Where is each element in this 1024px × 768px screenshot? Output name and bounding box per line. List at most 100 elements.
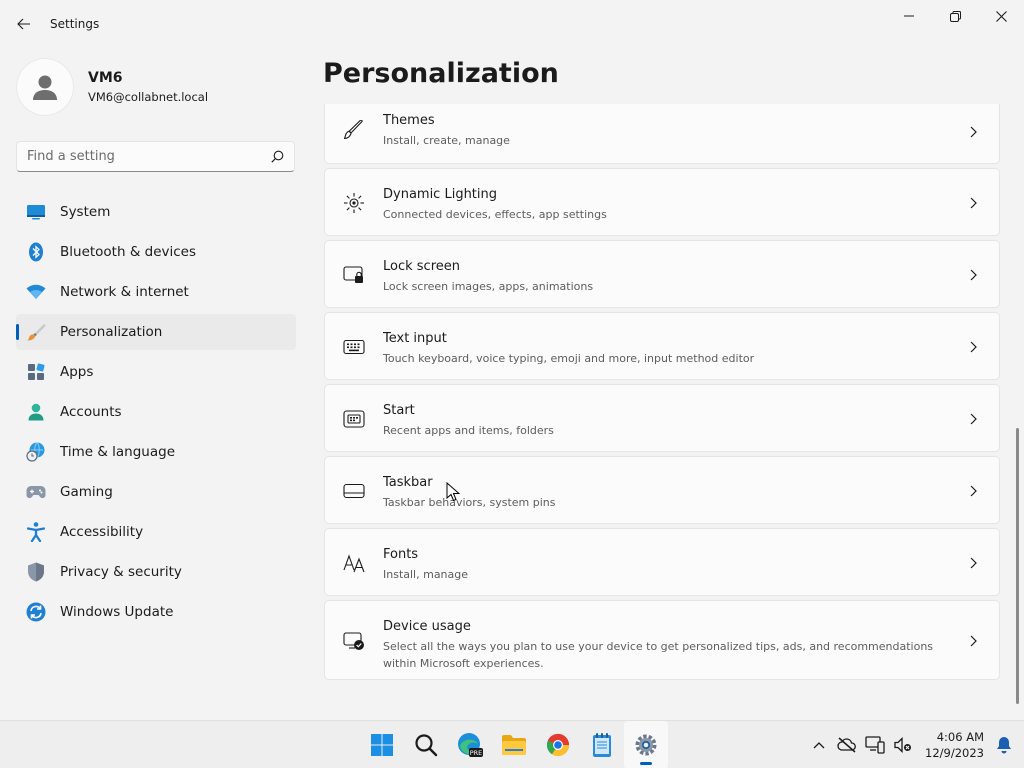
sidebar-item-label: Privacy & security — [60, 564, 182, 580]
sidebar-nav: System Bluetooth & devices Network & int… — [16, 194, 296, 634]
card-text-input[interactable]: Text input Touch keyboard, voice typing,… — [324, 312, 1000, 380]
vertical-scrollbar[interactable] — [1016, 428, 1019, 704]
notepad-icon — [593, 733, 611, 757]
sidebar-item-label: Network & internet — [60, 284, 189, 300]
taskbar-edge-button[interactable]: PRE — [448, 721, 492, 768]
accounts-icon — [26, 402, 46, 422]
volume-muted-icon — [894, 737, 912, 753]
sidebar-item-gaming[interactable]: Gaming — [16, 474, 296, 510]
lock-screen-icon — [343, 264, 365, 286]
sidebar-item-apps[interactable]: Apps — [16, 354, 296, 390]
taskbar-apps: PRE — [360, 721, 668, 768]
window-controls — [886, 0, 1024, 32]
mouse-cursor-icon — [446, 482, 460, 502]
taskbar-search-button[interactable] — [404, 721, 448, 768]
sidebar-item-accounts[interactable]: Accounts — [16, 394, 296, 430]
minimize-icon — [904, 15, 914, 17]
sidebar-item-windows-update[interactable]: Windows Update — [16, 594, 296, 630]
card-start[interactable]: Start Recent apps and items, folders — [324, 384, 1000, 452]
card-title: Lock screen — [383, 259, 460, 274]
sidebar-item-label: Time & language — [60, 444, 176, 460]
sidebar-item-label: Apps — [60, 364, 94, 380]
card-description: Recent apps and items, folders — [383, 424, 554, 437]
sidebar-item-label: Windows Update — [60, 604, 174, 620]
back-arrow-icon — [17, 18, 30, 30]
sidebar-item-label: Accessibility — [60, 524, 144, 540]
card-description: Connected devices, effects, app settings — [383, 208, 607, 221]
settings-icon — [635, 734, 657, 756]
sidebar-item-time-language[interactable]: Time & language — [16, 434, 296, 470]
sidebar-item-label: System — [60, 204, 111, 220]
system-icon — [26, 202, 46, 222]
card-lock-screen[interactable]: Lock screen Lock screen images, apps, an… — [324, 240, 1000, 308]
clock[interactable]: 4:06 AM 12/9/2023 — [925, 729, 984, 761]
search-input[interactable] — [17, 149, 257, 164]
sidebar-item-privacy[interactable]: Privacy & security — [16, 554, 296, 590]
sidebar-item-label: Bluetooth & devices — [60, 244, 197, 260]
onedrive-button[interactable] — [833, 721, 861, 768]
user-profile[interactable]: VM6 VM6@collabnet.local — [16, 58, 208, 116]
network-button[interactable] — [861, 721, 889, 768]
bluetooth-icon — [26, 242, 46, 262]
card-device-usage[interactable]: Device usage Select all the ways you pla… — [324, 600, 1000, 680]
close-icon — [995, 10, 1007, 22]
sidebar-item-label: Gaming — [60, 484, 113, 500]
keyboard-icon — [343, 336, 365, 358]
sidebar-item-label: Accounts — [60, 404, 122, 420]
restore-button[interactable] — [932, 0, 978, 32]
card-fonts[interactable]: Fonts Install, manage — [324, 528, 1000, 596]
system-tray: 4:06 AM 12/9/2023 — [805, 721, 1024, 768]
search-box — [16, 141, 295, 172]
card-title: Device usage — [383, 619, 471, 634]
chevron-right-icon — [967, 125, 979, 139]
taskbar-file-explorer-button[interactable] — [492, 721, 536, 768]
chevron-right-icon — [967, 412, 979, 426]
taskbar-chrome-button[interactable] — [536, 721, 580, 768]
update-icon — [26, 602, 46, 622]
card-themes[interactable]: Themes Install, create, manage — [324, 104, 1000, 164]
page-title: Personalization — [323, 58, 559, 89]
wifi-icon — [26, 282, 46, 302]
close-button[interactable] — [978, 0, 1024, 32]
clock-time: 4:06 AM — [936, 730, 984, 744]
edge-icon: PRE — [458, 733, 483, 757]
taskbar-icon — [343, 480, 365, 502]
avatar — [16, 58, 74, 116]
chevron-right-icon — [967, 340, 979, 354]
pre-badge: PRE — [470, 749, 483, 757]
card-description: Install, manage — [383, 568, 469, 581]
start-icon — [343, 408, 365, 430]
chevron-right-icon — [967, 196, 979, 210]
volume-button[interactable] — [889, 721, 917, 768]
card-description: Install, create, manage — [383, 134, 510, 147]
sidebar-item-bluetooth[interactable]: Bluetooth & devices — [16, 234, 296, 270]
accessibility-icon — [26, 522, 46, 542]
taskbar-settings-button[interactable] — [624, 721, 668, 768]
sidebar-item-accessibility[interactable]: Accessibility — [16, 514, 296, 550]
card-dynamic-lighting[interactable]: Dynamic Lighting Connected devices, effe… — [324, 168, 1000, 236]
sidebar-item-label: Personalization — [60, 324, 163, 340]
sidebar-item-network[interactable]: Network & internet — [16, 274, 296, 310]
search-icon[interactable] — [271, 150, 284, 163]
gamepad-icon — [26, 482, 46, 502]
file-explorer-icon — [502, 735, 526, 755]
notifications-button[interactable] — [990, 721, 1018, 768]
sidebar-item-personalization[interactable]: Personalization — [16, 314, 296, 350]
title-bar: Settings — [0, 0, 1024, 48]
sidebar-item-system[interactable]: System — [16, 194, 296, 230]
minimize-button[interactable] — [886, 0, 932, 32]
card-description: Taskbar behaviors, system pins — [383, 496, 556, 509]
cloud-offline-icon — [837, 737, 856, 753]
taskbar-notepad-button[interactable] — [580, 721, 624, 768]
taskbar: PRE 4:06 AM 12/9/2023 — [0, 720, 1024, 768]
restore-icon — [949, 10, 961, 22]
show-hidden-icons-button[interactable] — [805, 721, 833, 768]
card-taskbar[interactable]: Taskbar Taskbar behaviors, system pins — [324, 456, 1000, 524]
start-button[interactable] — [360, 721, 404, 768]
back-button[interactable] — [8, 9, 40, 39]
card-title: Themes — [383, 113, 435, 128]
chevron-right-icon — [967, 556, 979, 570]
search-icon — [415, 734, 438, 757]
card-description: Lock screen images, apps, animations — [383, 280, 594, 293]
card-title: Start — [383, 403, 415, 418]
